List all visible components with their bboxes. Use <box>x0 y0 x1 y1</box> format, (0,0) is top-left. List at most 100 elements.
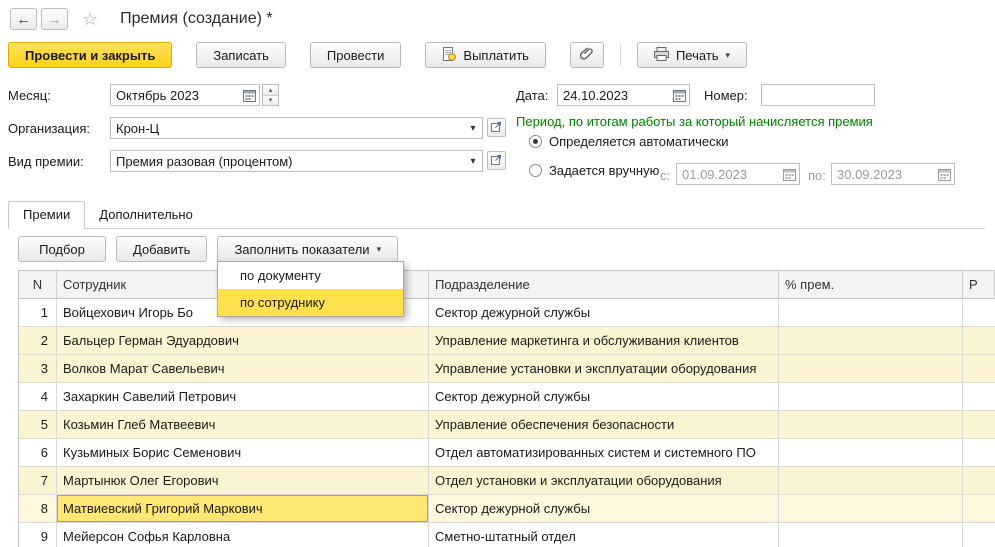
table-row[interactable]: 4Захаркин Савелий ПетровичСектор дежурно… <box>19 383 995 411</box>
radio-selected-icon <box>529 135 542 148</box>
date-field[interactable]: 24.10.2023 <box>557 84 690 106</box>
cell-employee[interactable]: Мартынюк Олег Егорович <box>57 467 429 495</box>
cell-number[interactable]: 2 <box>19 327 57 355</box>
bonus-type-value: Премия разовая (процентом) <box>116 154 464 169</box>
number-label: Номер: <box>704 88 748 103</box>
pick-button[interactable]: Подбор <box>18 236 106 262</box>
spinner-down-icon[interactable]: ▾ <box>263 96 278 106</box>
cell-department[interactable]: Сектор дежурной службы <box>429 383 779 411</box>
cell-number[interactable]: 8 <box>19 495 57 523</box>
cell-extra[interactable] <box>963 327 995 355</box>
cell-number[interactable]: 7 <box>19 467 57 495</box>
radio-period-manual[interactable]: Задается вручную <box>529 163 659 178</box>
fill-menu-item-0[interactable]: по документу <box>218 262 403 289</box>
calendar-icon[interactable] <box>934 164 954 184</box>
write-button[interactable]: Записать <box>196 42 286 68</box>
cell-department[interactable]: Сметно-штатный отдел <box>429 523 779 547</box>
back-button[interactable]: ← <box>10 8 37 30</box>
chevron-down-icon[interactable]: ▾ <box>464 123 482 134</box>
column-header: Р <box>963 271 995 299</box>
table-row[interactable]: 3Волков Марат СавельевичУправление устан… <box>19 355 995 383</box>
fill-indicators-button[interactable]: Заполнить показатели ▾ <box>217 236 398 262</box>
bonus-type-field[interactable]: Премия разовая (процентом) ▾ <box>110 150 483 172</box>
table-row[interactable]: 5Козьмин Глеб МатвеевичУправление обеспе… <box>19 411 995 439</box>
fill-menu-item-1[interactable]: по сотруднику <box>218 289 403 316</box>
cell-percent[interactable] <box>779 439 963 467</box>
cell-department[interactable]: Управление маркетинга и обслуживания кли… <box>429 327 779 355</box>
cell-extra[interactable] <box>963 299 995 327</box>
cell-percent[interactable] <box>779 411 963 439</box>
number-field[interactable] <box>761 84 875 106</box>
cell-extra[interactable] <box>963 523 995 547</box>
chevron-down-icon[interactable]: ▾ <box>464 156 482 167</box>
cell-number[interactable]: 5 <box>19 411 57 439</box>
cell-employee[interactable]: Козьмин Глеб Матвеевич <box>57 411 429 439</box>
cell-extra[interactable] <box>963 467 995 495</box>
cell-employee[interactable]: Матвиевский Григорий Маркович <box>57 495 429 523</box>
post-and-close-button[interactable]: Провести и закрыть <box>8 42 172 68</box>
radio-unselected-icon <box>529 164 542 177</box>
table-row[interactable]: 9Мейерсон Софья КарловнаСметно-штатный о… <box>19 523 995 547</box>
cell-number[interactable]: 9 <box>19 523 57 547</box>
cell-percent[interactable] <box>779 523 963 547</box>
cell-number[interactable]: 1 <box>19 299 57 327</box>
cell-department[interactable]: Управление обеспечения безопасности <box>429 411 779 439</box>
cell-employee[interactable]: Мейерсон Софья Карловна <box>57 523 429 547</box>
calendar-icon[interactable] <box>239 85 259 105</box>
date-label: Дата: <box>516 88 548 103</box>
table-row[interactable]: 1Войцехович Игорь БоСектор дежурной служ… <box>19 299 995 327</box>
calendar-icon[interactable] <box>669 85 689 105</box>
radio-period-auto[interactable]: Определяется автоматически <box>529 134 729 149</box>
organization-field[interactable]: Крон-Ц ▾ <box>110 117 483 139</box>
cell-percent[interactable] <box>779 355 963 383</box>
cell-number[interactable]: 4 <box>19 383 57 411</box>
cell-employee[interactable]: Кузьминых Борис Семенович <box>57 439 429 467</box>
month-field[interactable]: Октябрь 2023 <box>110 84 260 106</box>
cell-department[interactable]: Сектор дежурной службы <box>429 299 779 327</box>
cell-extra[interactable] <box>963 439 995 467</box>
cell-employee[interactable]: Бальцер Герман Эдуардович <box>57 327 429 355</box>
table-row[interactable]: 2Бальцер Герман ЭдуардовичУправление мар… <box>19 327 995 355</box>
cell-department[interactable]: Управление установки и эксплуатации обор… <box>429 355 779 383</box>
spinner-up-icon[interactable]: ▴ <box>263 85 278 96</box>
add-button[interactable]: Добавить <box>116 236 207 262</box>
cell-percent[interactable] <box>779 495 963 523</box>
app-window: ← → ☆ Премия (создание) * Провести и зак… <box>0 0 995 547</box>
tab-1[interactable]: Дополнительно <box>85 202 207 228</box>
bonus-type-open-button[interactable] <box>487 151 506 170</box>
month-spinner[interactable]: ▴ ▾ <box>262 84 279 106</box>
cell-percent[interactable] <box>779 299 963 327</box>
favorites-star-icon[interactable]: ☆ <box>82 9 98 30</box>
cell-percent[interactable] <box>779 383 963 411</box>
organization-open-button[interactable] <box>487 118 506 137</box>
post-button[interactable]: Провести <box>310 42 402 68</box>
table-row[interactable]: 8Матвиевский Григорий МарковичСектор деж… <box>19 495 995 523</box>
table-row[interactable]: 7Мартынюк Олег ЕгоровичОтдел установки и… <box>19 467 995 495</box>
bonus-table: NСотрудникПодразделение% прем.Р 1Войцехо… <box>18 270 995 547</box>
tab-bar: ПремииДополнительно <box>8 202 985 229</box>
cell-department[interactable]: Отдел установки и эксплуатации оборудова… <box>429 467 779 495</box>
cell-percent[interactable] <box>779 327 963 355</box>
cell-number[interactable]: 6 <box>19 439 57 467</box>
cell-number[interactable]: 3 <box>19 355 57 383</box>
cell-extra[interactable] <box>963 355 995 383</box>
tab-0[interactable]: Премии <box>8 201 85 229</box>
cell-percent[interactable] <box>779 467 963 495</box>
forward-button[interactable]: → <box>41 8 68 30</box>
cell-employee[interactable]: Захаркин Савелий Петрович <box>57 383 429 411</box>
cell-extra[interactable] <box>963 495 995 523</box>
paperclip-icon <box>580 47 594 64</box>
cell-extra[interactable] <box>963 383 995 411</box>
cell-extra[interactable] <box>963 411 995 439</box>
period-from-field[interactable]: 01.09.2023 <box>676 163 800 185</box>
attachment-button[interactable] <box>570 42 604 68</box>
cell-employee[interactable]: Волков Марат Савельевич <box>57 355 429 383</box>
cell-department[interactable]: Сектор дежурной службы <box>429 495 779 523</box>
calendar-icon[interactable] <box>779 164 799 184</box>
pay-button[interactable]: Выплатить <box>425 42 546 68</box>
organization-value: Крон-Ц <box>116 121 464 136</box>
print-button[interactable]: Печать ▾ <box>637 42 747 68</box>
table-row[interactable]: 6Кузьминых Борис СеменовичОтдел автомати… <box>19 439 995 467</box>
cell-department[interactable]: Отдел автоматизированных систем и систем… <box>429 439 779 467</box>
period-to-field[interactable]: 30.09.2023 <box>831 163 955 185</box>
